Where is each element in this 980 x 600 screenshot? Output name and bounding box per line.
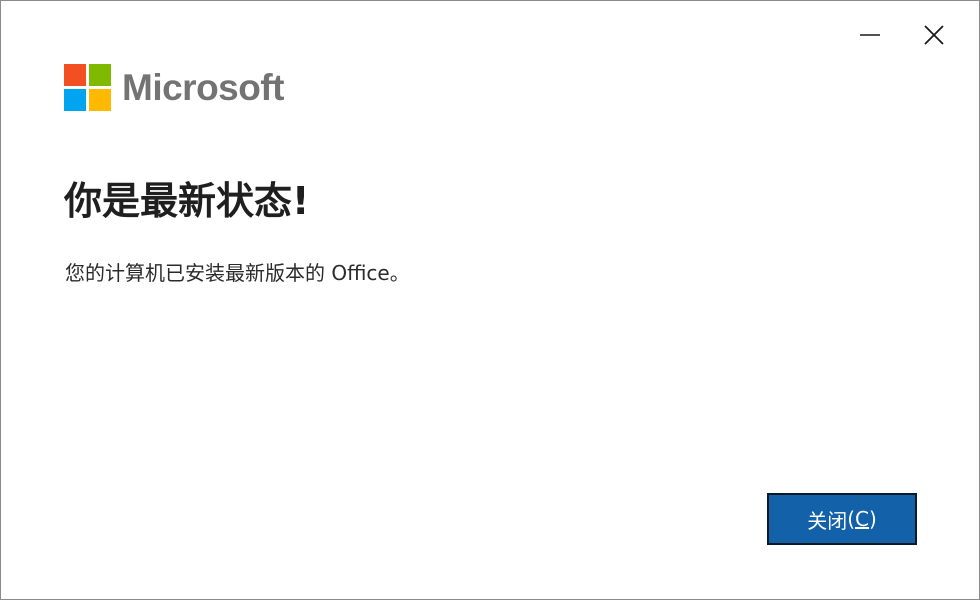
close-icon xyxy=(924,25,944,45)
page-title: 你是最新状态! xyxy=(64,179,310,223)
logo-square-blue xyxy=(64,89,86,111)
update-dialog-window: Microsoft 你是最新状态! 您的计算机已安装最新版本的 Office。 … xyxy=(0,0,980,600)
accelerator-key: C xyxy=(855,507,869,531)
microsoft-logo: Microsoft xyxy=(64,64,285,111)
status-message: 您的计算机已安装最新版本的 Office。 xyxy=(65,261,410,285)
logo-square-yellow xyxy=(89,89,111,111)
minimize-button[interactable] xyxy=(850,15,890,55)
logo-text: Microsoft xyxy=(122,67,285,108)
accelerator-close-paren: ) xyxy=(868,507,877,531)
close-window-button[interactable] xyxy=(914,15,954,55)
close-button[interactable]: 关闭(C) xyxy=(767,493,917,545)
microsoft-logo-icon xyxy=(64,64,111,111)
close-button-label: 关闭 xyxy=(807,508,848,533)
logo-square-green xyxy=(89,64,111,86)
minimize-icon xyxy=(860,34,880,36)
logo-square-red xyxy=(64,64,86,86)
accelerator-open-paren: ( xyxy=(847,507,856,531)
